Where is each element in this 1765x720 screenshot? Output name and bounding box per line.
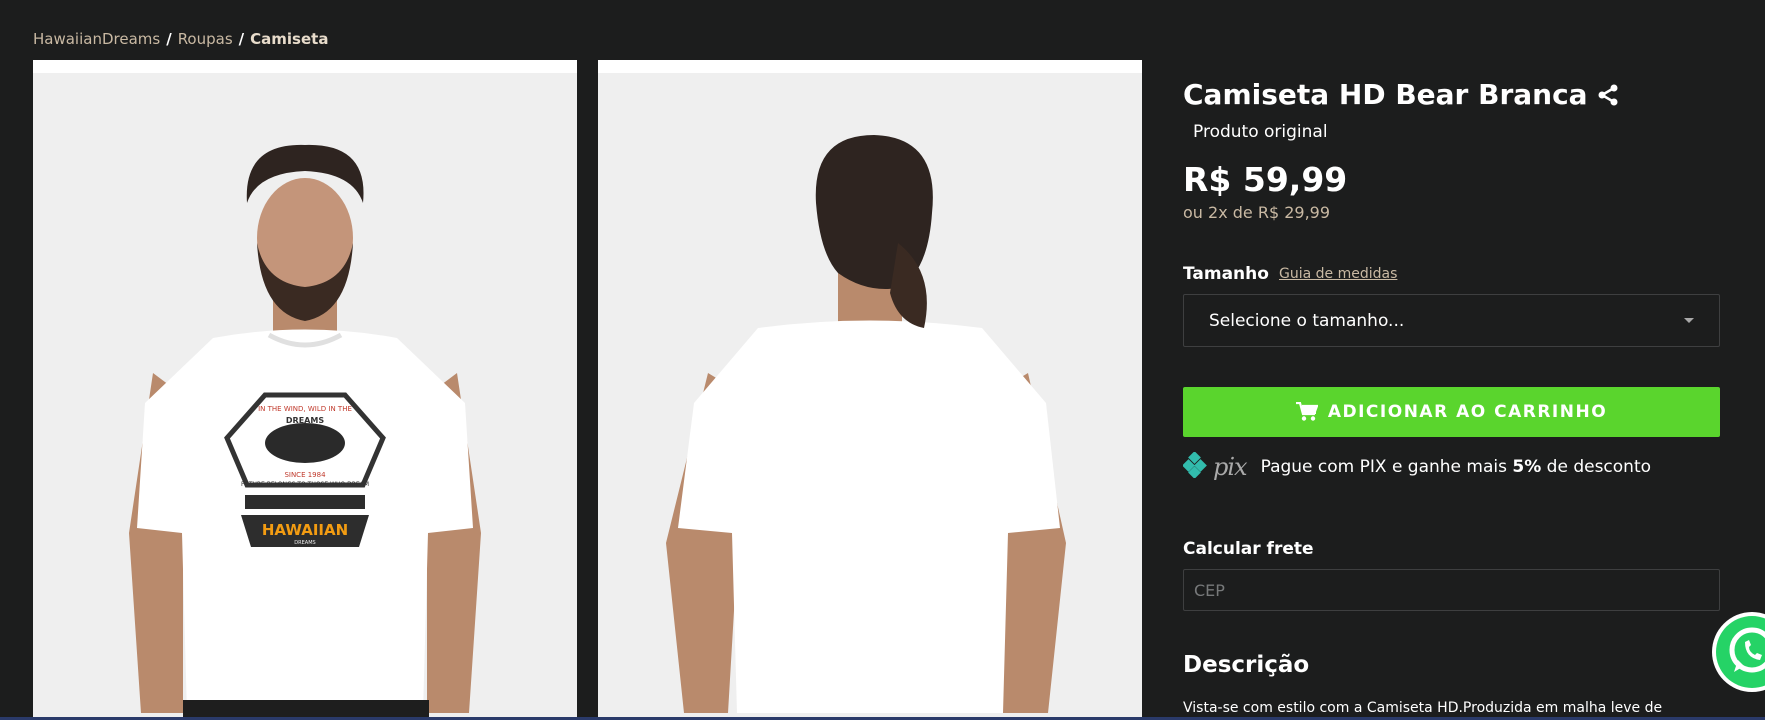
breadcrumb: HawaiianDreams / Roupas / Camiseta (33, 30, 328, 48)
original-product-badge: Produto original (1193, 122, 1328, 142)
size-label: Tamanho (1183, 264, 1269, 284)
size-select-value: Selecione o tamanho... (1209, 310, 1405, 331)
breadcrumb-current: Camiseta (250, 30, 329, 48)
installments-text: ou 2x de R$ 29,99 (1183, 203, 1331, 222)
shirt-print-line1: IN THE WIND, WILD IN THE (258, 405, 352, 413)
size-select[interactable]: Selecione o tamanho... (1183, 294, 1720, 347)
cep-input[interactable] (1183, 569, 1720, 611)
product-image-back[interactable] (598, 60, 1142, 720)
freight-label: Calcular frete (1183, 539, 1314, 559)
pix-logo-text: pix (1213, 453, 1248, 481)
breadcrumb-link-roupas[interactable]: Roupas (178, 30, 233, 48)
breadcrumb-separator: / (238, 30, 245, 48)
whatsapp-icon (1712, 616, 1765, 696)
add-to-cart-label: ADICIONAR AO CARRINHO (1327, 402, 1608, 422)
shirt-print-brand-sub: DREAMS (294, 540, 315, 546)
shirt-print-brand-small: DREAMS (286, 416, 324, 425)
chevron-down-icon (1684, 318, 1694, 323)
pix-message-suffix: de desconto (1541, 457, 1652, 477)
product-price: R$ 59,99 (1183, 160, 1348, 199)
whatsapp-button[interactable] (1712, 612, 1765, 692)
pix-message: Pague com PIX e ganhe mais 5% de descont… (1261, 457, 1651, 477)
description-title: Descrição (1183, 652, 1310, 678)
model-back-illustration (598, 73, 1142, 720)
product-image-front[interactable]: IN THE WIND, WILD IN THE DREAMS SINCE 19… (33, 60, 577, 720)
pix-discount-value: 5% (1512, 457, 1542, 477)
shirt-print-brand: HAWAIIAN (262, 521, 348, 539)
size-guide-link[interactable]: Guia de medidas (1279, 266, 1397, 282)
shirt-print-since: SINCE 1984 (284, 471, 326, 479)
cart-icon (1295, 401, 1319, 422)
description-text: Vista-se com estilo com a Camiseta HD.Pr… (1183, 700, 1663, 716)
pix-logo: pix (1182, 451, 1248, 482)
share-icon[interactable] (1596, 83, 1620, 107)
pix-icon (1182, 451, 1209, 482)
breadcrumb-separator: / (166, 30, 172, 48)
pix-message-prefix: Pague com PIX e ganhe mais (1260, 457, 1513, 477)
breadcrumb-link-home[interactable]: HawaiianDreams (33, 30, 160, 48)
product-title: Camiseta HD Bear Branca (1183, 78, 1588, 111)
add-to-cart-button[interactable]: ADICIONAR AO CARRINHO (1183, 387, 1720, 437)
product-title-row: Camiseta HD Bear Branca (1183, 78, 1620, 111)
pix-discount-row: pix Pague com PIX e ganhe mais 5% de des… (1182, 451, 1651, 482)
shirt-print-slogan: FUTURE BELONGS TO THOSE WHO DREAM (241, 481, 369, 488)
model-front-illustration: IN THE WIND, WILD IN THE DREAMS SINCE 19… (33, 73, 577, 720)
